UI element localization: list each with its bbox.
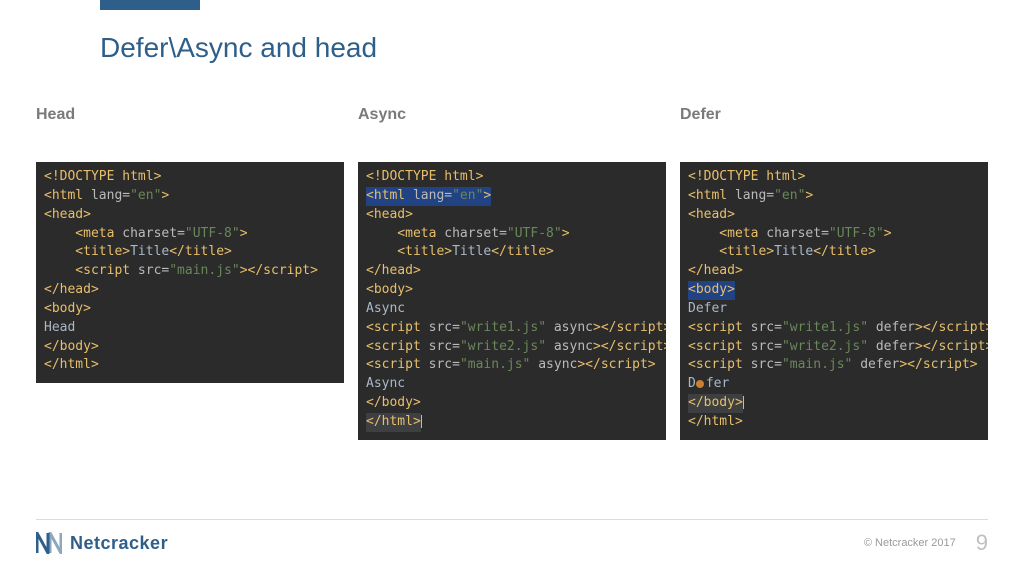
accent-bar	[100, 0, 200, 10]
text-caret-icon	[421, 414, 422, 429]
code-line: <meta	[688, 226, 766, 241]
code-line: <script	[688, 320, 751, 335]
column-head: Head <!DOCTYPE html> <html lang="en"> <h…	[36, 106, 344, 440]
code-line: Async	[366, 301, 405, 316]
code-line: <html	[44, 188, 91, 203]
column-heading: Defer	[680, 106, 988, 124]
column-defer: Defer <!DOCTYPE html> <html lang="en"> <…	[680, 106, 988, 440]
code-line: <script	[688, 357, 751, 372]
code-line: <html	[366, 188, 413, 203]
code-line: <!DOCTYPE html>	[366, 169, 483, 184]
slide-title: Defer\Async and head	[100, 32, 377, 64]
code-line: <!DOCTYPE html>	[44, 169, 161, 184]
columns-container: Head <!DOCTYPE html> <html lang="en"> <h…	[36, 106, 988, 440]
footer-right: © Netcracker 2017 9	[864, 530, 988, 556]
code-line: </body>	[44, 339, 99, 354]
code-line: D	[688, 376, 696, 391]
code-line: <body>	[44, 301, 91, 316]
code-block-defer: <!DOCTYPE html> <html lang="en"> <head> …	[680, 162, 988, 440]
netcracker-icon	[36, 532, 62, 554]
code-line: <title>	[688, 244, 774, 259]
brand-text: Netcracker	[70, 533, 168, 554]
code-line: <body>	[366, 282, 413, 297]
column-heading: Head	[36, 106, 344, 124]
code-line: <html	[688, 188, 735, 203]
code-line: </head>	[44, 282, 99, 297]
code-line: <meta	[44, 226, 122, 241]
code-line: </html>	[688, 414, 743, 429]
code-block-head: <!DOCTYPE html> <html lang="en"> <head> …	[36, 162, 344, 383]
code-line: <script	[366, 357, 429, 372]
code-line: <title>	[44, 244, 130, 259]
footer: Netcracker © Netcracker 2017 9	[36, 519, 988, 556]
code-line: <head>	[688, 207, 735, 222]
code-line: Defer	[688, 301, 727, 316]
code-line: </body>	[366, 395, 421, 410]
text-caret-icon	[743, 395, 744, 410]
code-line: <script	[366, 339, 429, 354]
code-line: </body>	[688, 395, 743, 410]
column-heading: Async	[358, 106, 666, 124]
code-block-async: <!DOCTYPE html> <html lang="en"> <head> …	[358, 162, 666, 440]
code-line: <script	[44, 263, 138, 278]
code-line: </head>	[688, 263, 743, 278]
code-line: Async	[366, 376, 405, 391]
breakpoint-icon	[696, 380, 704, 388]
brand-logo: Netcracker	[36, 532, 168, 554]
copyright-text: © Netcracker 2017	[864, 537, 956, 549]
code-line: <script	[366, 320, 429, 335]
code-line: </html>	[366, 414, 421, 429]
code-line: </html>	[44, 357, 99, 372]
code-line: <body>	[688, 282, 735, 297]
code-line: <title>	[366, 244, 452, 259]
code-line: <!DOCTYPE html>	[688, 169, 805, 184]
code-line: </head>	[366, 263, 421, 278]
code-line: Head	[44, 320, 75, 335]
code-line: <head>	[44, 207, 91, 222]
code-line: <script	[688, 339, 751, 354]
code-line: <head>	[366, 207, 413, 222]
column-async: Async <!DOCTYPE html> <html lang="en"> <…	[358, 106, 666, 440]
code-line: <meta	[366, 226, 444, 241]
page-number: 9	[976, 530, 988, 556]
